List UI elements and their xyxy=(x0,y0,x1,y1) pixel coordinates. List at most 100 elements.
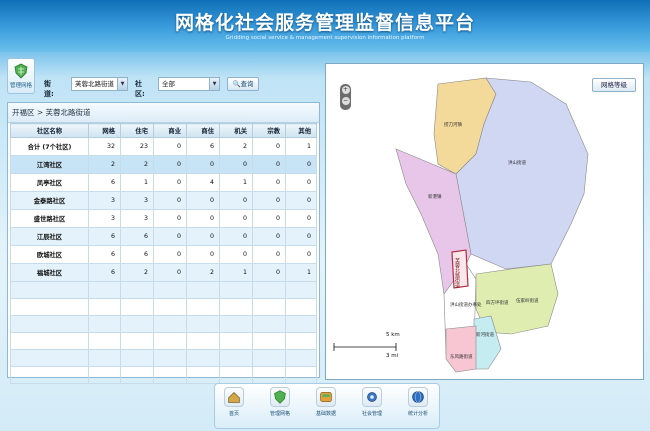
empty-cell xyxy=(10,315,89,333)
table-cell: 6 xyxy=(120,245,154,264)
empty-cell xyxy=(88,281,121,299)
zoom-in-icon[interactable]: + xyxy=(341,86,350,94)
table-cell: 0 xyxy=(219,155,253,174)
table-cell: 0 xyxy=(153,155,187,174)
column-header[interactable]: 机关 xyxy=(219,123,253,138)
table-row[interactable]: 福城社区 6 2 0 2 1 0 1 xyxy=(10,263,317,282)
table-cell: 23 xyxy=(120,137,154,156)
table-cell: 0 xyxy=(153,191,187,210)
table-cell: 0 xyxy=(186,245,220,264)
shield-grid-icon xyxy=(14,63,28,79)
empty-cell xyxy=(153,281,187,299)
table-row[interactable]: 凤亭社区 6 1 0 4 1 0 0 xyxy=(10,173,317,192)
empty-cell xyxy=(120,281,154,299)
table-cell: 4 xyxy=(186,173,220,192)
region-label: 四方坪街道 xyxy=(486,299,509,306)
nav-stats-button[interactable]: 统计分析 xyxy=(407,387,429,417)
scale-bar xyxy=(333,343,397,351)
scale-km-label: 5 km xyxy=(386,332,400,338)
region-label: 东风路街道 xyxy=(450,353,473,360)
zoom-control: + − xyxy=(340,84,351,110)
table-cell: 0 xyxy=(285,209,317,228)
table-row[interactable]: 江湾社区 2 2 0 0 0 0 0 xyxy=(10,155,317,174)
table-cell: 2 xyxy=(219,137,253,156)
nav-grid-button[interactable]: 管理网格 xyxy=(269,387,291,417)
table-cell: 0 xyxy=(252,209,286,228)
community-select[interactable]: 全部 ▼ xyxy=(158,77,220,91)
empty-cell xyxy=(252,366,286,384)
column-header[interactable]: 商住 xyxy=(186,123,220,138)
module-grid-button[interactable]: 管理网格 xyxy=(7,58,35,94)
empty-cell xyxy=(120,332,154,350)
nav-home-button[interactable]: 首页 xyxy=(223,387,245,417)
column-header[interactable]: 商业 xyxy=(153,123,187,138)
empty-cell xyxy=(153,349,187,367)
search-button[interactable]: 🔍查询 xyxy=(227,77,259,91)
table-cell: 3 xyxy=(88,209,121,228)
table-cell: 3 xyxy=(120,209,154,228)
chevron-down-icon[interactable]: ▼ xyxy=(209,78,219,90)
column-header[interactable]: 社区名称 xyxy=(10,123,89,138)
gear-icon xyxy=(362,387,382,407)
column-header[interactable]: 网格 xyxy=(88,123,121,138)
table-cell: 0 xyxy=(285,173,317,192)
table-cell: 0 xyxy=(252,227,286,246)
column-header[interactable]: 其他 xyxy=(285,123,317,138)
empty-cell xyxy=(219,332,253,350)
community-name-cell: 金泰路社区 xyxy=(10,191,89,210)
region-label: 伍家岭街道 xyxy=(516,297,539,304)
column-header[interactable]: 住宅 xyxy=(120,123,154,138)
empty-cell xyxy=(285,298,317,316)
table-cell: 0 xyxy=(252,173,286,192)
zoom-out-icon[interactable]: − xyxy=(341,97,350,105)
table-row[interactable]: 盛世路社区 3 3 0 0 0 0 0 xyxy=(10,209,317,228)
table-header-row: 社区名称 网格 住宅 商业 商住 机关 宗教 其他 xyxy=(10,123,317,138)
table-row[interactable]: 欧城社区 6 6 0 0 0 0 0 xyxy=(10,245,317,264)
table-cell: 2 xyxy=(88,155,121,174)
table-cell: 2 xyxy=(186,263,220,282)
nav-data-button[interactable]: 基础数据 xyxy=(315,387,337,417)
scale-mi-label: 3 mi xyxy=(386,353,399,359)
bottom-nav: 首页 管理网格 基础数据 社会管理 统计分析 xyxy=(214,383,440,429)
region-label: 新港镇 xyxy=(428,193,442,200)
community-name-cell: 江辰社区 xyxy=(10,227,89,246)
empty-cell xyxy=(285,349,317,367)
district-map[interactable]: 捞刀河镇 新港镇 洪山街道 伍家岭街道 四方坪街道 洪山街道办事处 新河街道 东… xyxy=(326,64,643,379)
empty-cell xyxy=(252,281,286,299)
table-cell: 0 xyxy=(186,227,220,246)
empty-row xyxy=(10,298,317,316)
chevron-down-icon[interactable]: ▼ xyxy=(117,78,127,90)
table-cell: 1 xyxy=(219,173,253,192)
table-cell: 0 xyxy=(219,209,253,228)
nav-label: 首页 xyxy=(228,411,239,417)
map-region xyxy=(445,325,477,373)
empty-cell xyxy=(88,332,121,350)
empty-cell xyxy=(252,315,286,333)
breadcrumb: 开福区 > 芙蓉北路街道 xyxy=(8,103,319,123)
table-cell: 0 xyxy=(153,227,187,246)
table-cell: 0 xyxy=(153,209,187,228)
map-panel[interactable]: 捞刀河镇 新港镇 洪山街道 伍家岭街道 四方坪街道 洪山街道办事处 新河街道 东… xyxy=(325,63,644,380)
table-row[interactable]: 金泰路社区 3 3 0 0 0 0 0 xyxy=(10,191,317,210)
table-row[interactable]: 江辰社区 6 6 0 0 0 0 0 xyxy=(10,227,317,246)
column-header[interactable]: 宗教 xyxy=(252,123,286,138)
nav-social-button[interactable]: 社会管理 xyxy=(361,387,383,417)
grid-icon xyxy=(270,387,290,407)
empty-cell xyxy=(219,298,253,316)
street-select[interactable]: 芙蓉北路街道 ▼ xyxy=(71,77,128,91)
empty-cell xyxy=(120,298,154,316)
database-icon xyxy=(316,387,336,407)
grid-level-button[interactable]: 网格等级 xyxy=(592,78,636,92)
table-cell: 0 xyxy=(252,191,286,210)
empty-cell xyxy=(285,315,317,333)
table-cell: 6 xyxy=(186,137,220,156)
empty-cell xyxy=(186,366,220,384)
grid-stats-table: 社区名称 网格 住宅 商业 商住 机关 宗教 其他 合计 (7个社区) 32 23 0… xyxy=(10,123,317,384)
empty-cell xyxy=(252,349,286,367)
empty-cell xyxy=(186,281,220,299)
table-total-row[interactable]: 合计 (7个社区) 32 23 0 6 2 0 1 xyxy=(10,137,317,156)
home-icon xyxy=(224,387,244,407)
empty-cell xyxy=(252,298,286,316)
empty-row xyxy=(10,281,317,299)
empty-cell xyxy=(153,298,187,316)
